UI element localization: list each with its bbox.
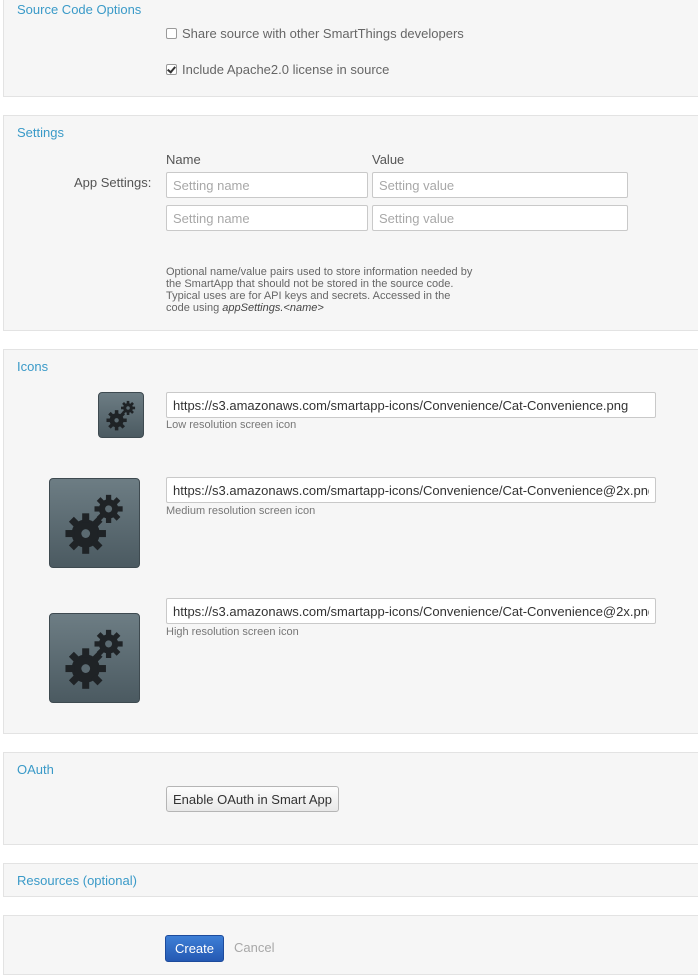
- settings-help-code: appSettings.<name>: [222, 302, 324, 314]
- medium-resolution-gears-icon: [49, 478, 140, 568]
- setting-name-input-2[interactable]: [166, 205, 368, 231]
- share-source-checkbox[interactable]: [166, 28, 177, 39]
- enable-oauth-button[interactable]: Enable OAuth in Smart App: [166, 786, 339, 812]
- include-license-checkbox[interactable]: [166, 64, 177, 75]
- icons-panel: Icons https://s3.amazonaws.com/smartapp-…: [3, 349, 698, 734]
- icons-title: Icons: [17, 359, 49, 374]
- high-resolution-gears-icon: [49, 613, 140, 703]
- medium-resolution-caption: Medium resolution screen icon: [166, 505, 316, 517]
- create-button[interactable]: Create: [165, 935, 224, 962]
- include-license-label: Include Apache2.0 license in source: [182, 62, 390, 77]
- low-resolution-caption: Low resolution screen icon: [166, 419, 297, 431]
- share-source-label: Share source with other SmartThings deve…: [182, 26, 464, 41]
- high-resolution-caption: High resolution screen icon: [166, 626, 299, 638]
- oauth-title: OAuth: [17, 762, 54, 777]
- source-code-options-panel: Source Code Options Share source with ot…: [3, 0, 698, 97]
- setting-name-input-1[interactable]: [166, 172, 368, 198]
- share-source-option[interactable]: Share source with other SmartThings deve…: [166, 26, 464, 41]
- app-settings-label: App Settings:: [74, 175, 152, 190]
- gears-icon: [106, 400, 136, 431]
- gears-icon: [65, 629, 123, 689]
- settings-title: Settings: [17, 125, 64, 140]
- setting-value-input-2[interactable]: [372, 205, 628, 231]
- settings-panel: Settings Name Value App Settings: Option…: [3, 115, 698, 331]
- resources-panel[interactable]: Resources (optional): [3, 863, 698, 897]
- low-resolution-gears-icon: [98, 392, 144, 438]
- value-column-header: Value: [372, 152, 405, 167]
- source-code-options-title: Source Code Options: [17, 2, 142, 17]
- settings-help-text: Optional name/value pairs used to store …: [166, 266, 476, 314]
- setting-value-input-1[interactable]: [372, 172, 628, 198]
- name-column-header: Name: [166, 152, 201, 167]
- medium-resolution-icon-url-input[interactable]: [166, 477, 656, 503]
- low-resolution-icon-url-input[interactable]: [166, 392, 656, 418]
- actions-panel: Create Cancel: [3, 915, 698, 975]
- gears-icon: [65, 494, 123, 554]
- cancel-link[interactable]: Cancel: [234, 940, 274, 955]
- resources-title[interactable]: Resources (optional): [17, 873, 137, 888]
- oauth-panel: OAuth Enable OAuth in Smart App: [3, 752, 698, 845]
- high-resolution-icon-url-input[interactable]: [166, 598, 656, 624]
- include-license-option[interactable]: Include Apache2.0 license in source: [166, 62, 389, 77]
